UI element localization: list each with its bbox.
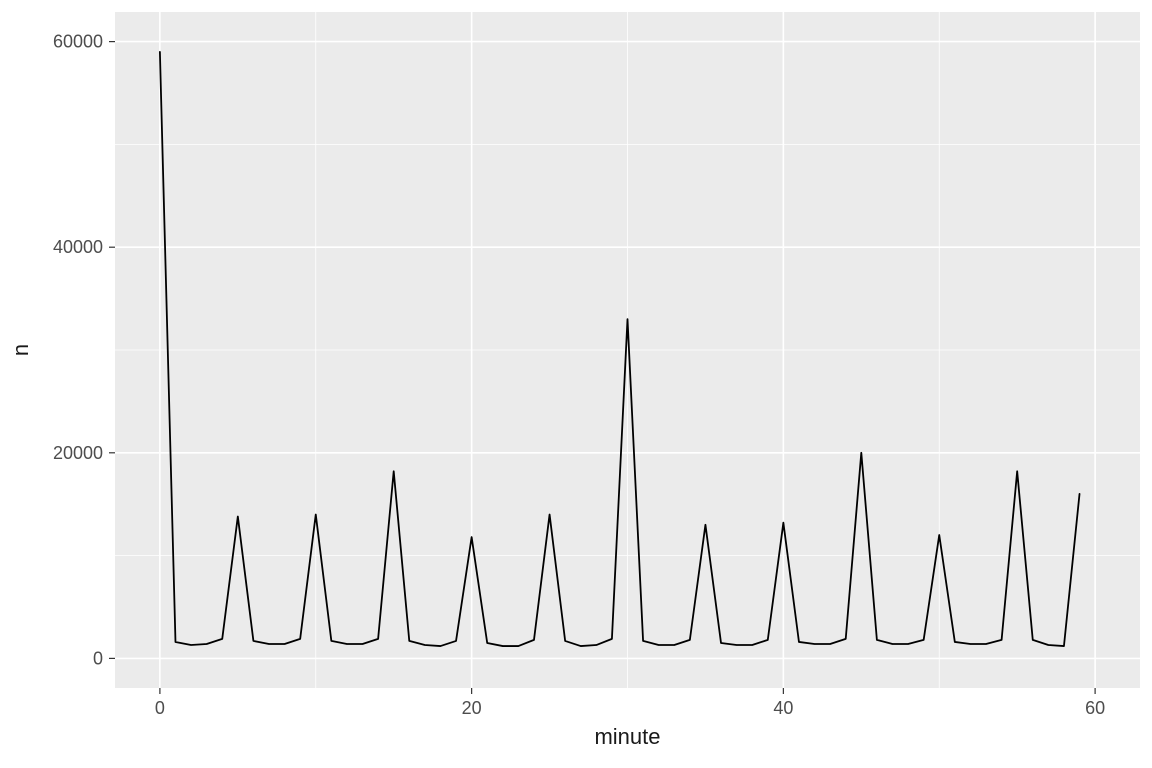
line-chart: 0 20 40 60 0 20000 40000 60000 minute n (0, 0, 1152, 768)
x-tick-label: 20 (462, 698, 482, 718)
x-tick-label: 40 (773, 698, 793, 718)
y-tick-label: 0 (93, 648, 103, 668)
x-axis-title: minute (594, 724, 660, 749)
y-axis-title: n (8, 344, 33, 356)
x-tick-label: 0 (155, 698, 165, 718)
y-tick-label: 40000 (53, 237, 103, 257)
y-tick-label: 60000 (53, 32, 103, 52)
x-tick-label: 60 (1085, 698, 1105, 718)
y-tick-label: 20000 (53, 443, 103, 463)
chart-container: 0 20 40 60 0 20000 40000 60000 minute n (0, 0, 1152, 768)
